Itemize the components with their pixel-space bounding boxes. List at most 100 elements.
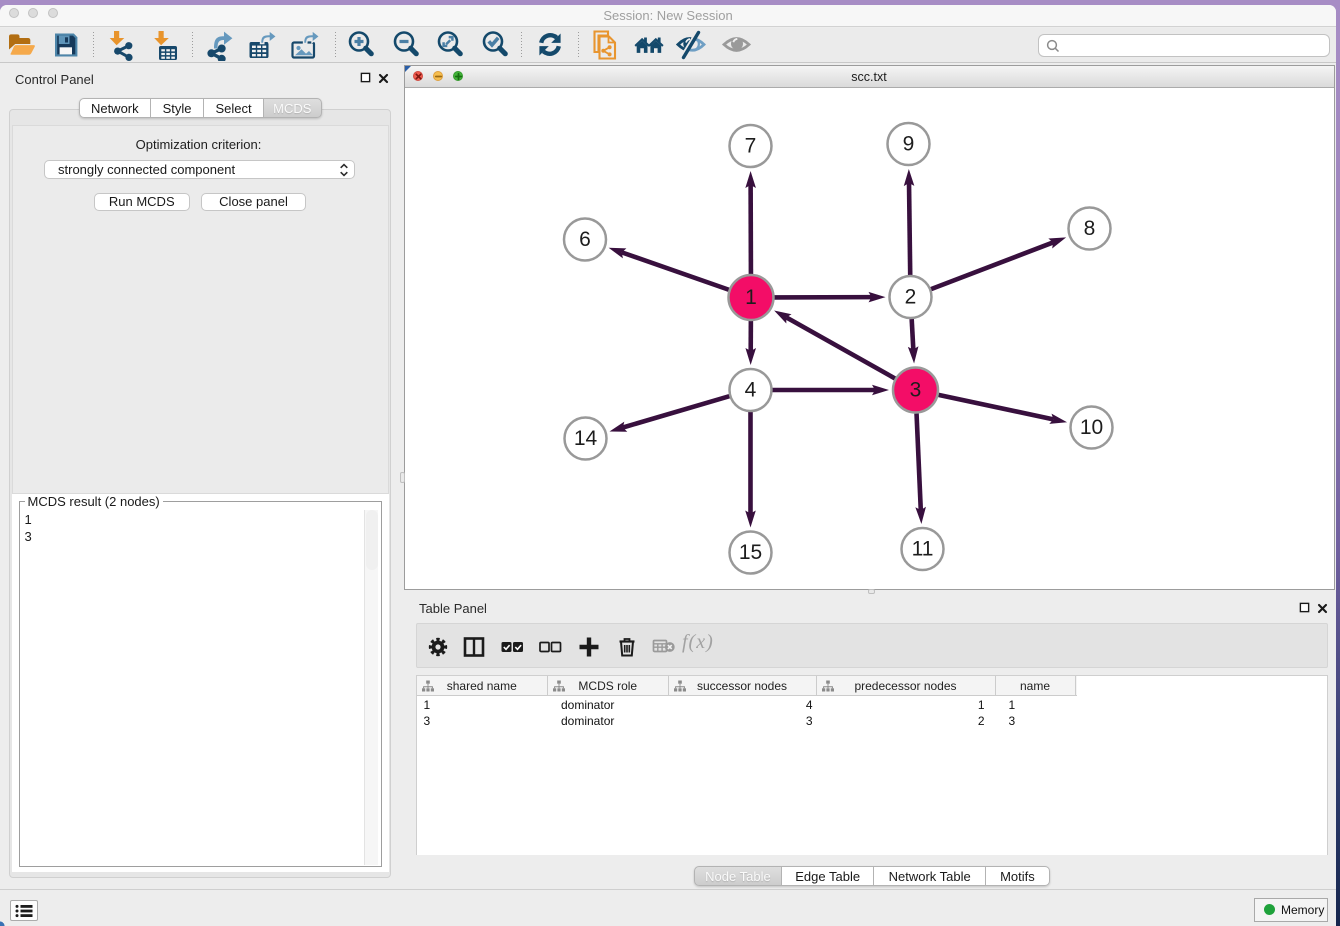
mcds-documents-icon[interactable]	[589, 29, 621, 61]
mcds-result-list: 13	[25, 511, 32, 545]
edge-1-7[interactable]	[745, 171, 756, 274]
node-15[interactable]: 15	[729, 532, 771, 574]
column-label: shared name	[417, 679, 548, 693]
column-header-MCDS-role[interactable]: MCDS role	[548, 676, 669, 696]
criterion-dropdown[interactable]: strongly connected component	[44, 160, 355, 179]
gear-icon[interactable]	[426, 635, 450, 659]
frame-focus-corner	[405, 66, 411, 72]
split-columns-icon[interactable]	[462, 635, 486, 659]
node-6[interactable]: 6	[564, 219, 606, 261]
show-details-icon[interactable]	[721, 29, 753, 61]
show-panels-button[interactable]	[10, 900, 38, 921]
result-scrollbar-thumb[interactable]	[366, 510, 378, 570]
node-9[interactable]: 9	[887, 123, 929, 165]
edge-2-9[interactable]	[903, 169, 914, 275]
mcds-result-box: MCDS result (2 nodes) 13	[19, 501, 382, 868]
tab-motifs[interactable]: Motifs	[986, 866, 1050, 886]
result-scrollbar[interactable]	[364, 510, 378, 865]
export-table-icon[interactable]	[246, 29, 278, 61]
close-table-panel-icon[interactable]	[1317, 603, 1328, 614]
export-network-icon[interactable]	[202, 29, 234, 61]
node-table: shared nameMCDS rolesuccessor nodesprede…	[416, 675, 1329, 855]
zoom-fit-icon[interactable]	[434, 29, 466, 61]
column-header-name[interactable]: name	[996, 676, 1076, 696]
table-cell: 2	[817, 714, 996, 728]
column-header-predecessor-nodes[interactable]: predecessor nodes	[817, 676, 996, 696]
tab-edge-table[interactable]: Edge Table	[782, 866, 874, 886]
close-panel-icon[interactable]	[378, 73, 389, 84]
node-label: 3	[909, 379, 921, 402]
edge-1-4[interactable]	[745, 321, 756, 365]
edge-1-6[interactable]	[608, 248, 728, 290]
search-field[interactable]	[1038, 34, 1330, 57]
node-label: 15	[738, 541, 761, 564]
node-11[interactable]: 11	[901, 528, 943, 570]
function-builder-icon[interactable]: f(x)	[682, 631, 722, 661]
select-all-columns-icon[interactable]	[500, 635, 524, 659]
node-label: 1	[745, 286, 757, 309]
network-canvas[interactable]: 1 2 3 4 6 7 8 9 10 11 14 15	[405, 88, 1334, 589]
node-label: 14	[573, 427, 597, 450]
run-mcds-button[interactable]: Run MCDS	[94, 193, 190, 212]
column-header-shared-name[interactable]: shared name	[417, 676, 549, 696]
edge-2-3[interactable]	[907, 319, 918, 364]
node-1[interactable]: 1	[728, 275, 773, 320]
vertical-splitter-handle[interactable]	[400, 472, 406, 483]
toolbar-separator	[335, 32, 336, 59]
zoom-out-icon[interactable]	[390, 29, 422, 61]
node-2[interactable]: 2	[889, 276, 931, 318]
close-panel-button[interactable]: Close panel	[201, 193, 306, 212]
import-network-icon[interactable]	[106, 29, 138, 61]
node-10[interactable]: 10	[1070, 407, 1112, 449]
memory-button[interactable]: Memory	[1254, 898, 1328, 922]
horizontal-splitter-handle[interactable]	[868, 589, 875, 594]
home-networks-icon[interactable]	[633, 29, 665, 61]
node-4[interactable]: 4	[729, 369, 771, 411]
tab-mcds[interactable]: MCDS	[264, 98, 322, 118]
delete-table-icon[interactable]	[652, 635, 676, 659]
table-cell: 3	[669, 714, 817, 728]
control-panel-tabs: NetworkStyleSelectMCDS	[79, 98, 322, 118]
node-8[interactable]: 8	[1068, 208, 1110, 250]
table-cell: dominator	[548, 714, 669, 728]
optimization-criterion-label: Optimization criterion:	[0, 137, 397, 152]
node-7[interactable]: 7	[729, 125, 771, 167]
hide-details-icon[interactable]	[676, 29, 708, 61]
save-session-icon[interactable]	[50, 29, 82, 61]
network-view-window: scc.txt 1234678910111415	[404, 65, 1335, 590]
tab-select[interactable]: Select	[204, 98, 264, 118]
edge-4-14[interactable]	[609, 396, 729, 432]
edge-1-2[interactable]	[774, 292, 885, 303]
tab-node-table[interactable]: Node Table	[694, 866, 783, 886]
float-table-panel-icon[interactable]	[1299, 602, 1310, 613]
node-label: 7	[744, 135, 756, 158]
edge-3-11[interactable]	[915, 413, 926, 524]
edge-4-3[interactable]	[772, 385, 889, 396]
edge-3-10[interactable]	[938, 395, 1067, 424]
zoom-selected-icon[interactable]	[479, 29, 511, 61]
zoom-in-icon[interactable]	[345, 29, 377, 61]
edge-3-1[interactable]	[774, 310, 895, 378]
refresh-icon[interactable]	[534, 29, 566, 61]
delete-column-icon[interactable]	[615, 635, 639, 659]
edge-4-15[interactable]	[745, 412, 756, 528]
node-label: 11	[911, 538, 933, 561]
node-label: 9	[902, 133, 914, 156]
import-table-icon[interactable]	[149, 29, 181, 61]
table-row[interactable]: 3dominator323	[417, 713, 1328, 729]
export-image-icon[interactable]	[289, 29, 321, 61]
node-3[interactable]: 3	[893, 368, 938, 413]
edge-2-8[interactable]	[931, 237, 1066, 289]
table-cell: 1	[817, 698, 996, 712]
deselect-all-columns-icon[interactable]	[538, 635, 562, 659]
tab-network[interactable]: Network	[79, 98, 151, 118]
float-panel-icon[interactable]	[360, 72, 371, 83]
node-14[interactable]: 14	[564, 418, 606, 460]
column-header-successor-nodes[interactable]: successor nodes	[669, 676, 817, 696]
add-column-icon[interactable]	[577, 635, 601, 659]
open-file-icon[interactable]	[6, 29, 38, 61]
tab-style[interactable]: Style	[151, 98, 205, 118]
tab-network-table[interactable]: Network Table	[874, 866, 986, 886]
table-row[interactable]: 1dominator411	[417, 697, 1328, 713]
search-icon	[1045, 38, 1061, 54]
